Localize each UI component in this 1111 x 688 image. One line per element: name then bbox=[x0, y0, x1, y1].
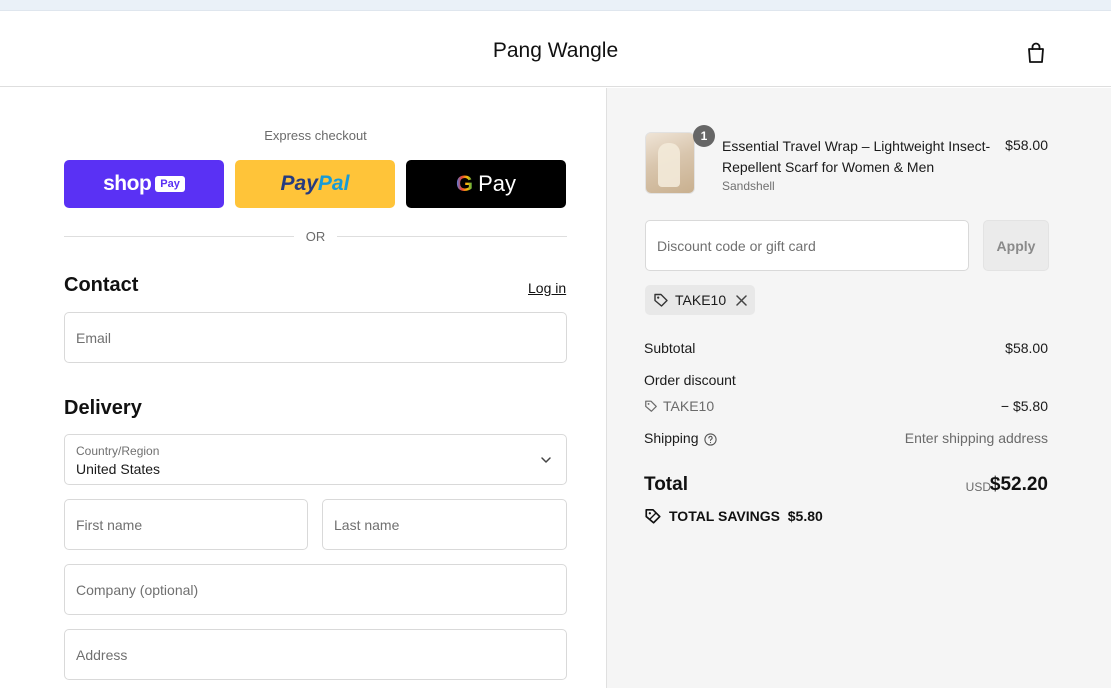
country-label: Country/Region bbox=[76, 444, 160, 458]
close-icon bbox=[736, 294, 747, 306]
google-pay-button[interactable]: G Pay bbox=[406, 160, 566, 208]
product-vendor: Sandshell bbox=[722, 179, 775, 193]
last-name-placeholder: Last name bbox=[334, 517, 400, 533]
country-value: United States bbox=[76, 461, 161, 477]
first-name-placeholder: First name bbox=[76, 517, 143, 533]
remove-discount-button[interactable] bbox=[736, 294, 747, 306]
help-icon[interactable] bbox=[703, 433, 717, 446]
address-placeholder: Address bbox=[76, 647, 128, 663]
or-label: OR bbox=[305, 228, 326, 244]
apply-discount-button[interactable]: Apply bbox=[983, 220, 1049, 271]
first-name-field[interactable]: First name bbox=[64, 499, 308, 550]
applied-code-label: TAKE10 bbox=[675, 292, 727, 308]
subtotal-value: $58.00 bbox=[1005, 340, 1048, 356]
paypal-logo: PayPal bbox=[280, 172, 350, 195]
log-in-link[interactable]: Log in bbox=[528, 280, 566, 296]
checkout-form-panel: Express checkout shop Pay PayPal G Pay O… bbox=[0, 88, 606, 688]
shipping-row-label: Shipping bbox=[644, 430, 717, 446]
total-currency: USD bbox=[965, 480, 991, 494]
applied-discount-tag: TAKE10 bbox=[645, 285, 756, 315]
country-select[interactable]: Country/Region United States bbox=[64, 434, 567, 485]
cart-button[interactable] bbox=[1023, 40, 1049, 66]
order-discount-code: TAKE10 bbox=[644, 398, 714, 414]
or-divider: OR bbox=[64, 227, 567, 245]
tag-icon bbox=[645, 400, 657, 412]
total-savings: TOTAL SAVINGS $5.80 bbox=[644, 507, 823, 525]
order-discount-value: − $5.80 bbox=[1000, 398, 1048, 414]
tag-icon bbox=[654, 293, 668, 307]
order-discount-label: Order discount bbox=[644, 372, 736, 388]
subtotal-label: Subtotal bbox=[644, 340, 696, 356]
chevron-down-icon bbox=[541, 457, 551, 463]
shop-pay-button[interactable]: shop Pay bbox=[64, 160, 224, 208]
email-field[interactable]: Email bbox=[64, 312, 567, 363]
product-image bbox=[645, 132, 695, 194]
shop-pay-wordmark: shop bbox=[103, 172, 152, 195]
browser-toolbar-strip bbox=[0, 0, 1111, 11]
product-name: Essential Travel Wrap – Lightweight Inse… bbox=[722, 138, 991, 175]
last-name-field[interactable]: Last name bbox=[322, 499, 567, 550]
email-placeholder: Email bbox=[76, 330, 112, 346]
paypal-button[interactable]: PayPal bbox=[235, 160, 395, 208]
company-placeholder: Company (optional) bbox=[76, 582, 199, 598]
product-price: $58.00 bbox=[1005, 137, 1048, 153]
express-checkout-label: Express checkout bbox=[264, 128, 367, 143]
shopping-bag-icon bbox=[1028, 42, 1044, 63]
google-pay-label: Pay bbox=[478, 171, 517, 196]
delivery-title: Delivery bbox=[64, 397, 142, 419]
total-label: Total bbox=[644, 474, 688, 495]
shipping-label: Shipping bbox=[644, 430, 699, 446]
tag-icon bbox=[645, 508, 661, 524]
total-savings-label: TOTAL SAVINGS $5.80 bbox=[669, 508, 823, 524]
contact-title: Contact bbox=[64, 274, 139, 296]
shop-pay-badge: Pay bbox=[155, 176, 185, 192]
company-field[interactable]: Company (optional) bbox=[64, 564, 567, 615]
total-amount: $52.20 bbox=[989, 474, 1048, 495]
discount-placeholder: Discount code or gift card bbox=[657, 238, 816, 254]
google-g-icon: G bbox=[455, 171, 474, 196]
order-summary-panel: 1 Essential Travel Wrap – Lightweight In… bbox=[606, 88, 1111, 688]
quantity-badge: 1 bbox=[693, 125, 715, 147]
store-name[interactable]: Pang Wangle bbox=[0, 39, 1111, 63]
shipping-value: Enter shipping address bbox=[904, 430, 1048, 446]
address-field[interactable]: Address bbox=[64, 629, 567, 680]
discount-code-input[interactable]: Discount code or gift card bbox=[645, 220, 969, 271]
checkout-header: Pang Wangle bbox=[0, 12, 1111, 87]
order-discount-code-label: TAKE10 bbox=[663, 398, 715, 414]
